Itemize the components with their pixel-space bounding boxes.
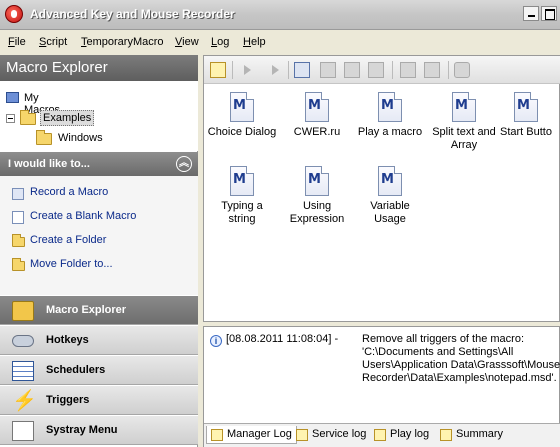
- window-title: Advanced Key and Mouse Recorder: [30, 7, 235, 21]
- log-panel: i [08.08.2011 11:08:04] - Remove all tri…: [203, 326, 560, 447]
- triggers-icon: ⚡: [12, 390, 37, 412]
- task-record-macro[interactable]: Record a Macro: [12, 186, 108, 204]
- minimize-button[interactable]: [523, 6, 539, 21]
- macro-file-icon: M: [230, 166, 254, 196]
- title-bar: Advanced Key and Mouse Recorder: [0, 0, 560, 30]
- log-book-icon: [440, 429, 452, 441]
- macro-item[interactable]: M Variable Usage: [350, 166, 430, 226]
- toolbar-separator: [448, 61, 449, 79]
- macro-item[interactable]: M Using Expression: [277, 166, 357, 226]
- toolbar: [204, 56, 560, 84]
- nav-systray-menu[interactable]: Systray Menu: [0, 415, 198, 445]
- left-panel: Macro Explorer My Macros Examples Window…: [0, 55, 198, 447]
- systray-icon: [12, 421, 34, 441]
- macro-list-view: M Choice Dialog M CWER.ru M Play a macro…: [203, 55, 560, 322]
- properties-icon[interactable]: [344, 62, 360, 78]
- schedulers-icon: [12, 361, 34, 381]
- task-move-folder[interactable]: Move Folder to...: [12, 258, 113, 276]
- macro-file-icon: M: [378, 92, 402, 122]
- macro-tree: My Macros Examples Windows: [0, 81, 198, 151]
- macro-file-icon: M: [305, 166, 329, 196]
- nav-schedulers[interactable]: Schedulers: [0, 355, 198, 385]
- tasks-panel: Record a Macro Create a Blank Macro Crea…: [0, 176, 198, 296]
- macro-file-icon: M: [230, 92, 254, 122]
- nav-triggers[interactable]: ⚡ Triggers: [0, 385, 198, 415]
- collapse-icon[interactable]: [6, 114, 15, 123]
- macro-item[interactable]: M Play a macro: [350, 92, 430, 139]
- macro-item[interactable]: M Choice Dialog: [202, 92, 282, 139]
- tab-play-log[interactable]: Play log: [370, 426, 433, 444]
- tab-manager-log[interactable]: Manager Log: [206, 426, 297, 444]
- hotkeys-icon: [12, 335, 34, 347]
- folder-icon: [36, 130, 52, 145]
- macro-item[interactable]: M Typing a string: [202, 166, 282, 226]
- play-to-icon[interactable]: [272, 65, 279, 75]
- new-macro-icon[interactable]: [210, 62, 226, 78]
- log-book-icon: [296, 429, 308, 441]
- copy-icon[interactable]: [400, 62, 416, 78]
- macro-explorer-header: Macro Explorer: [0, 55, 198, 81]
- toolbar-separator: [232, 61, 233, 79]
- toolbar-separator: [288, 61, 289, 79]
- maximize-button[interactable]: [541, 6, 557, 21]
- edit-macro-icon[interactable]: [294, 62, 310, 78]
- app-icon: [5, 5, 23, 23]
- menu-help[interactable]: Help: [243, 36, 266, 48]
- macro-file-icon: M: [514, 92, 538, 122]
- macro-file-icon: M: [305, 92, 329, 122]
- macro-item[interactable]: M Start Butto: [500, 92, 560, 139]
- move-folder-icon: [12, 258, 25, 271]
- menu-log[interactable]: Log: [211, 36, 229, 48]
- log-book-icon: [374, 429, 386, 441]
- record-icon: [12, 188, 24, 200]
- macro-file-icon: M: [378, 166, 402, 196]
- macro-explorer-icon: [12, 301, 34, 321]
- tray-icon[interactable]: [454, 62, 470, 78]
- nav-hotkeys[interactable]: Hotkeys: [0, 325, 198, 355]
- blank-macro-icon: [12, 211, 24, 224]
- lock-icon[interactable]: [368, 62, 384, 78]
- task-create-folder[interactable]: Create a Folder: [12, 234, 106, 252]
- collapse-chevron-icon[interactable]: ︽: [176, 156, 192, 172]
- info-icon: i: [210, 335, 222, 347]
- computer-icon: [6, 92, 19, 103]
- tab-service-log[interactable]: Service log: [292, 426, 370, 444]
- tab-summary[interactable]: Summary: [436, 426, 507, 444]
- checklist-icon[interactable]: [424, 62, 440, 78]
- log-tabs: Manager Log Service log Play log Summary: [204, 423, 560, 447]
- tree-item-examples[interactable]: Examples: [6, 110, 116, 128]
- nav-macro-explorer[interactable]: Macro Explorer: [0, 295, 198, 325]
- tasks-header[interactable]: I would like to... ︽: [0, 152, 198, 176]
- menu-script[interactable]: Script: [39, 36, 67, 48]
- new-folder-icon: [12, 234, 25, 247]
- menu-file[interactable]: File: [8, 36, 26, 48]
- task-create-blank-macro[interactable]: Create a Blank Macro: [12, 210, 136, 228]
- menu-temporarymacro[interactable]: TemporaryMacro: [81, 36, 164, 48]
- record-icon[interactable]: [320, 62, 336, 78]
- folder-open-icon: [20, 110, 36, 125]
- menu-bar: File Script TemporaryMacro View Log Help: [0, 32, 560, 52]
- menu-view[interactable]: View: [175, 36, 199, 48]
- macro-item[interactable]: M Split text and Array: [424, 92, 504, 152]
- play-icon[interactable]: [244, 65, 251, 75]
- macro-item[interactable]: M CWER.ru: [277, 92, 357, 139]
- toolbar-separator: [392, 61, 393, 79]
- macro-file-icon: M: [452, 92, 476, 122]
- log-book-icon: [211, 429, 223, 441]
